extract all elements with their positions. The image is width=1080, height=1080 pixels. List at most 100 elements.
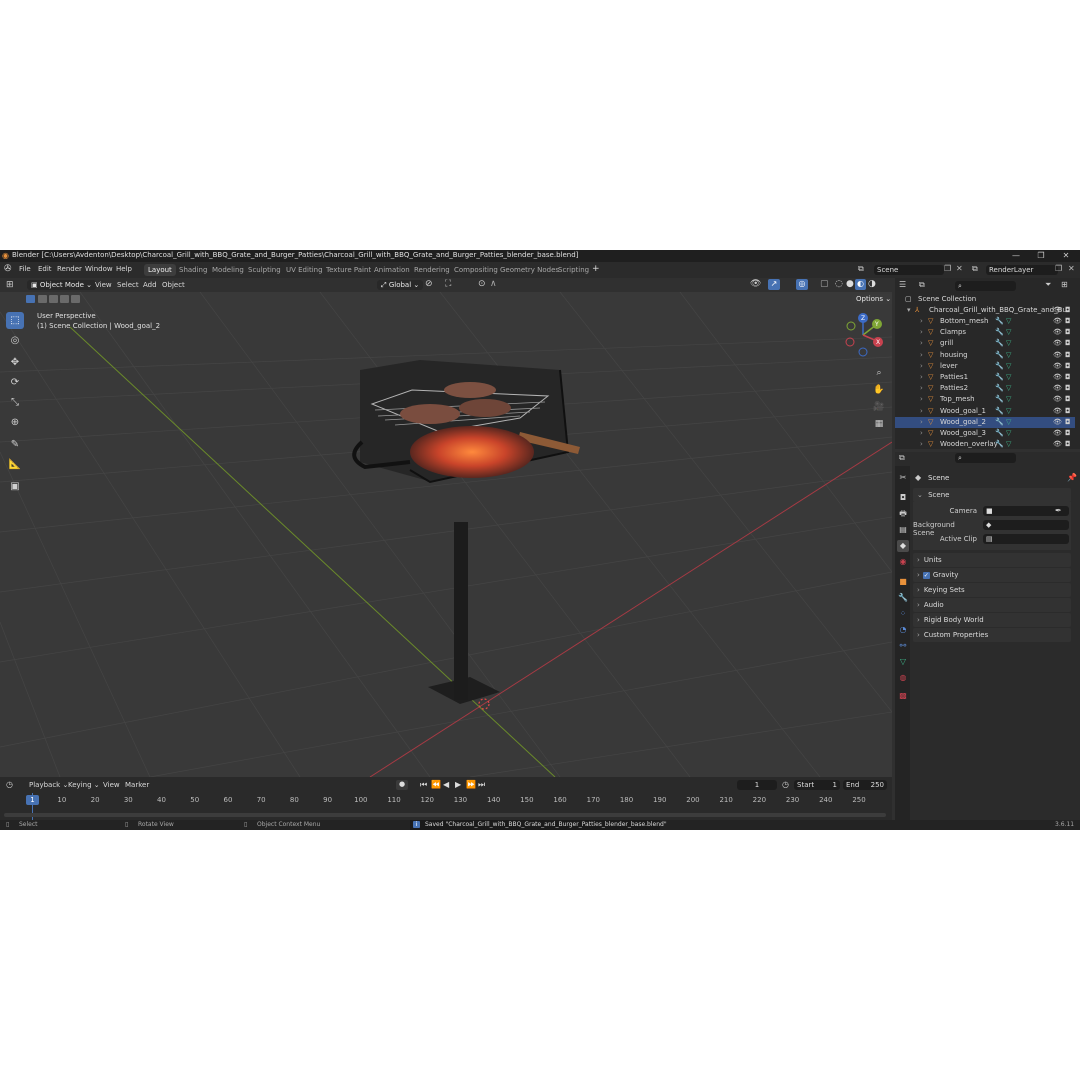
tab-compositing[interactable]: Compositing xyxy=(450,264,502,276)
select-box-tool[interactable]: ⬚ xyxy=(6,312,24,329)
jump-keyframe-back-icon[interactable]: ⏪ xyxy=(431,780,441,789)
visibility-icon[interactable]: 👁 xyxy=(750,279,761,289)
menu-render[interactable]: Render xyxy=(57,265,82,273)
data-tab-icon[interactable]: ▽ xyxy=(897,656,909,668)
outliner-object-row[interactable]: › ▽ Wood_goal_3 🔧 ▽ 👁 ◘ xyxy=(895,428,1075,439)
background-scene-field[interactable]: ◆ xyxy=(983,520,1069,530)
expand-arrow-icon[interactable]: ▾ xyxy=(907,305,911,316)
falloff-icon[interactable]: ∧ xyxy=(490,279,497,289)
camera-icon[interactable]: ◘ xyxy=(1065,417,1071,428)
eyedropper-icon[interactable]: ✒ xyxy=(1055,506,1062,515)
expand-arrow-icon[interactable]: › xyxy=(920,327,923,338)
properties-editor-icon[interactable]: ⧉ xyxy=(899,453,905,463)
tab-geometry-nodes[interactable]: Geometry Nodes xyxy=(496,264,563,276)
solid-shading-icon[interactable]: ● xyxy=(846,279,854,289)
minimize-button[interactable]: — xyxy=(1005,250,1027,262)
zoom-icon[interactable]: ⌕ xyxy=(872,366,886,380)
outliner-object-row[interactable]: › ▽ Wood_goal_1 🔧 ▽ 👁 ◘ xyxy=(895,406,1075,417)
menu-add[interactable]: Add xyxy=(143,281,157,289)
eye-icon[interactable]: 👁 xyxy=(1053,338,1062,349)
menu-help[interactable]: Help xyxy=(116,265,132,273)
menu-object[interactable]: Object xyxy=(162,281,185,289)
outliner-search-input[interactable]: ⌕ xyxy=(955,281,1016,291)
menu-keying[interactable]: Keying ⌄ xyxy=(68,781,100,789)
camera-icon[interactable]: ◘ xyxy=(1065,394,1071,405)
tab-shading[interactable]: Shading xyxy=(175,264,211,276)
camera-icon[interactable]: ◘ xyxy=(1065,305,1071,316)
pan-hand-icon[interactable]: ✋ xyxy=(872,383,886,397)
outliner-object-row[interactable]: › ▽ Patties1 🔧 ▽ 👁 ◘ xyxy=(895,372,1075,383)
camera-icon[interactable]: ◘ xyxy=(1065,361,1071,372)
menu-file[interactable]: File xyxy=(19,265,31,273)
select-new-icon[interactable] xyxy=(26,295,35,303)
eye-icon[interactable]: 👁 xyxy=(1053,383,1062,394)
blender-menu-icon[interactable]: ✇ xyxy=(4,264,12,274)
eye-icon[interactable]: 👁 xyxy=(1053,327,1062,338)
menu-select[interactable]: Select xyxy=(117,281,139,289)
properties-search-input[interactable]: ⌕ xyxy=(955,453,1016,463)
select-extend-icon[interactable] xyxy=(38,295,47,303)
menu-window[interactable]: Window xyxy=(85,265,113,273)
clock-icon[interactable]: ◷ xyxy=(782,780,789,789)
camera-icon[interactable]: ◘ xyxy=(1065,406,1071,417)
eye-icon[interactable]: 👁 xyxy=(1053,361,1062,372)
maximize-button[interactable]: ❐ xyxy=(1030,250,1052,262)
overlay-toggle-icon[interactable]: ◎ xyxy=(796,279,808,290)
cursor-tool[interactable]: ◎ xyxy=(6,332,24,349)
output-tab-icon[interactable]: 🖶 xyxy=(897,508,909,520)
add-cube-tool[interactable]: ▣ xyxy=(6,478,24,495)
physics-tab-icon[interactable]: ◔ xyxy=(897,624,909,636)
particles-tab-icon[interactable]: ⁘ xyxy=(897,608,909,620)
scene-panel-header[interactable]: ⌄ Scene xyxy=(913,488,1071,502)
object-tab-icon[interactable]: ■ xyxy=(897,576,909,588)
add-workspace-button[interactable]: + xyxy=(592,264,600,274)
active-clip-field[interactable]: ▤ xyxy=(983,534,1069,544)
expand-arrow-icon[interactable]: › xyxy=(920,428,923,439)
end-frame-field[interactable]: End 250 xyxy=(843,780,887,790)
scene-copy-icon[interactable]: ❐ xyxy=(944,264,951,273)
jump-end-icon[interactable]: ⏭ xyxy=(478,780,485,790)
proportional-edit-icon[interactable]: ⊙ xyxy=(478,279,486,289)
outliner-object-row[interactable]: › ▽ Wood_goal_2 🔧 ▽ 👁 ◘ xyxy=(895,416,1075,428)
gizmo-toggle-icon[interactable]: ↗ xyxy=(768,279,780,290)
camera-view-icon[interactable]: 🎥 xyxy=(872,400,886,414)
camera-icon[interactable]: ◘ xyxy=(1065,327,1071,338)
view-layer-tab-icon[interactable]: ▤ xyxy=(897,524,909,536)
scene-icon[interactable]: ⧉ xyxy=(858,264,864,274)
menu-view[interactable]: View xyxy=(95,281,112,289)
expand-arrow-icon[interactable]: › xyxy=(920,383,923,394)
camera-icon[interactable]: ◘ xyxy=(1065,439,1071,450)
expand-arrow-icon[interactable]: › xyxy=(920,439,923,450)
menu-marker[interactable]: Marker xyxy=(125,781,149,789)
jump-keyframe-forward-icon[interactable]: ⏩ xyxy=(466,780,476,789)
camera-icon[interactable]: ◘ xyxy=(1065,383,1071,394)
tool-tab-icon[interactable]: ✂ xyxy=(897,472,909,484)
outliner-object-row[interactable]: › ▽ Top_mesh 🔧 ▽ 👁 ◘ xyxy=(895,394,1075,405)
scale-tool[interactable]: ⤡ xyxy=(6,394,24,411)
outliner-editor-icon[interactable]: ☰ xyxy=(899,280,906,289)
eye-icon[interactable]: 👁 xyxy=(1053,439,1062,450)
material-tab-icon[interactable]: ◍ xyxy=(897,672,909,684)
timeline-scrollbar[interactable] xyxy=(4,813,886,817)
tab-sculpting[interactable]: Sculpting xyxy=(244,264,285,276)
render-tab-icon[interactable]: ◘ xyxy=(897,492,909,504)
scene-tab-icon[interactable]: ◆ xyxy=(897,540,909,552)
3d-viewport[interactable]: User Perspective (1) Scene Collection | … xyxy=(0,292,892,777)
tab-layout[interactable]: Layout xyxy=(144,264,176,276)
outliner-scene-collection[interactable]: ▢ Scene Collection xyxy=(895,294,1075,305)
camera-icon[interactable]: ◘ xyxy=(1065,350,1071,361)
eye-icon[interactable]: 👁 xyxy=(1053,428,1062,439)
select-invert-icon[interactable] xyxy=(60,295,69,303)
snap-icon[interactable]: ⛶ xyxy=(445,279,451,289)
options-dropdown[interactable]: Options ⌄ xyxy=(852,294,892,304)
move-tool[interactable]: ✥ xyxy=(6,354,24,371)
mode-dropdown[interactable]: ▣ Object Mode ⌄ xyxy=(27,280,97,290)
expand-arrow-icon[interactable]: › xyxy=(920,406,923,417)
outliner-object-row[interactable]: › ▽ housing 🔧 ▽ 👁 ◘ xyxy=(895,350,1075,361)
transform-orientation-dropdown[interactable]: ⤢ Global ⌄ xyxy=(377,280,424,290)
tab-rendering[interactable]: Rendering xyxy=(410,264,454,276)
scene-selector[interactable]: Scene xyxy=(874,265,944,275)
select-subtract-icon[interactable] xyxy=(49,295,58,303)
expand-arrow-icon[interactable]: › xyxy=(920,361,923,372)
outliner-object-row[interactable]: › ▽ grill 🔧 ▽ 👁 ◘ xyxy=(895,338,1075,349)
